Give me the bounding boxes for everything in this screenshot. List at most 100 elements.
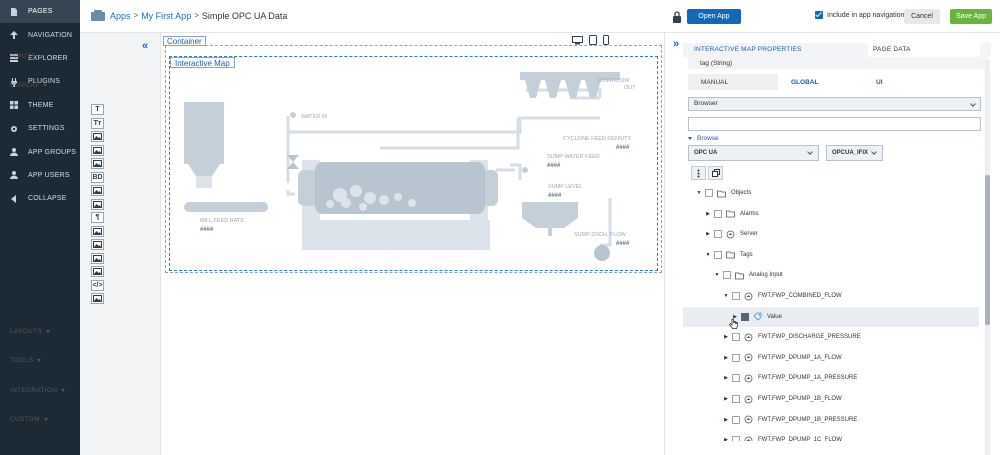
nav-item-app-groups[interactable]: APP GROUPS (0, 140, 80, 163)
tab-ui[interactable]: UI (863, 74, 923, 90)
tree-node[interactable]: ▶ FWT.FWP_DPUMP_1B_FLOW (683, 389, 979, 409)
palette-section-layouts[interactable]: LAYOUTS (10, 328, 50, 335)
tree-node-checkbox[interactable] (714, 209, 722, 218)
palette-section-custom[interactable]: CUSTOM (10, 416, 48, 423)
tree-node-label: Analog Input (749, 272, 783, 279)
map-tool-icon[interactable] (91, 185, 104, 196)
caret-down-icon[interactable]: ▼ (696, 190, 702, 196)
caret-down-icon[interactable]: ▼ (714, 272, 720, 278)
chart-tool-icon[interactable] (91, 144, 104, 156)
tree-node[interactable]: ▼ Objects (683, 183, 979, 203)
paragraph-tool-icon[interactable]: ¶ (91, 212, 104, 223)
process-diagram[interactable]: MILL FEED RATE #### WATER IN OVERFLOW OU… (170, 70, 657, 268)
tag-path-input[interactable] (688, 117, 981, 131)
tab-interactive-map-properties[interactable]: INTERACTIVE MAP PROPERTIES (694, 46, 802, 53)
open-app-button[interactable]: Open App (687, 9, 741, 24)
nav-item-navigation[interactable]: NAVIGATION (0, 23, 80, 46)
code-tool-icon[interactable]: </> (91, 279, 104, 291)
browse-section-toggle[interactable]: Browse (688, 135, 719, 142)
list-tool-icon[interactable] (91, 239, 104, 250)
table-tool-icon[interactable] (91, 225, 104, 237)
sump-dsch-flow-label: SUMP DSCH. FLOW (574, 232, 627, 238)
tree-node-label: FWT.FWP_DPUMP_1B_PRESSURE (758, 416, 858, 423)
tag-type-label: tag (String) (700, 59, 733, 67)
nav-item-label: APP USERS (28, 171, 70, 179)
bar-chart-tool-icon[interactable] (91, 158, 104, 169)
tree-node[interactable]: ▶ FWT.FWP_DPUMP_1B_PRESSURE (683, 410, 979, 430)
source-select[interactable]: OPC UA (688, 145, 819, 161)
tree-node[interactable]: ▶ Alarms (683, 204, 979, 224)
palette-section-tools[interactable]: TOOLS (10, 357, 42, 364)
kpi-tool-icon[interactable]: BD (91, 171, 104, 183)
tab-manual[interactable]: MANUAL (688, 74, 778, 90)
tree-node[interactable]: ▼ Tags (683, 245, 979, 265)
caret-right-icon[interactable]: ▶ (723, 334, 729, 340)
user-icon (9, 170, 19, 180)
heading-tool-icon[interactable]: Tт (91, 117, 104, 129)
cancel-button[interactable]: Cancel (904, 9, 940, 24)
tree-node-checkbox[interactable] (732, 415, 740, 424)
palette-section-display[interactable]: DISPLAY (10, 82, 48, 89)
breadcrumb-app[interactable]: My First App (141, 11, 191, 21)
tag-row[interactable]: tag (String) (688, 57, 988, 69)
breadcrumb-apps[interactable]: Apps (110, 11, 131, 21)
tab-global[interactable]: GLOBAL (778, 74, 863, 90)
caret-right-icon[interactable]: ▶ (723, 396, 729, 402)
nav-item-settings[interactable]: SETTINGS (0, 117, 80, 140)
more-options-button[interactable] (691, 166, 706, 180)
nav-item-app-users[interactable]: APP USERS (0, 164, 80, 187)
tree-node-checkbox[interactable] (732, 374, 740, 383)
caret-right-icon[interactable]: ▶ (705, 231, 711, 237)
copy-button[interactable] (708, 166, 723, 180)
checkbox-checked-icon[interactable] (815, 11, 823, 19)
tree-node-checkbox[interactable] (714, 250, 722, 259)
caret-right-icon[interactable]: ▶ (723, 355, 729, 361)
tree-node[interactable]: ▶ FWT.FWP_DPUMP_1A_PRESSURE (683, 368, 979, 388)
toggle-tool-icon[interactable] (91, 252, 104, 264)
caret-right-icon[interactable]: ▶ (723, 437, 729, 441)
media-tool-icon[interactable] (91, 266, 104, 277)
tab-page-data[interactable]: PAGE DATA (868, 43, 980, 57)
tree-node-checkbox[interactable] (705, 189, 713, 197)
location-tool-icon[interactable] (91, 198, 104, 210)
interactive-map-tool-icon[interactable] (91, 293, 104, 304)
palette-section-inputs[interactable]: INPUTS (10, 53, 44, 60)
caret-down-icon[interactable]: ▼ (723, 293, 729, 299)
tree-node-checkbox[interactable] (732, 353, 740, 362)
tree-node[interactable]: ▶ FWT.FWP_DISCHARGE_PRESSURE (683, 327, 979, 347)
tree-node[interactable]: ▼ Analog Input (683, 265, 979, 285)
caret-right-icon[interactable]: ▶ (723, 417, 729, 423)
server-select[interactable]: OPCUA_IFIX (826, 145, 883, 161)
tree-node[interactable]: ▼ FWT.FWP_COMBINED_FLOW (683, 286, 979, 306)
nav-item-theme[interactable]: THEME (0, 94, 80, 117)
tree-node[interactable]: ▶ Server (683, 224, 979, 244)
caret-right-icon[interactable]: ▶ (723, 375, 729, 381)
palette-section-integration[interactable]: INTEGRATION (10, 387, 66, 394)
opc-tree: ▼ Objects ▶ Alarms ▶ Server ▼ Tags ▼ Analog Input… (683, 183, 979, 441)
text-tool-icon[interactable]: T (91, 104, 104, 115)
tree-node-checkbox[interactable] (741, 312, 749, 321)
save-app-button[interactable]: Save App (950, 9, 992, 24)
nav-item-pages[interactable]: PAGES (0, 0, 80, 24)
caret-right-icon[interactable]: ▶ (705, 211, 711, 217)
image-tool-icon[interactable] (91, 131, 104, 142)
lock-icon[interactable] (672, 10, 682, 23)
apps-logo-icon (91, 10, 105, 21)
tree-node-checkbox[interactable] (732, 395, 740, 403)
collapse-palette-button[interactable]: « (142, 40, 148, 52)
folder-icon (726, 209, 735, 218)
tree-node[interactable]: ▶ FWT.FWP_DPUMP_1C_FLOW (683, 430, 979, 441)
browser-select[interactable]: Browser (688, 97, 981, 111)
tree-node-checkbox[interactable] (723, 271, 731, 280)
tree-node-checkbox[interactable] (714, 230, 722, 239)
tree-node[interactable]: ▶ Value (683, 306, 979, 327)
panel-scrollbar-thumb[interactable] (985, 175, 990, 325)
tree-node-checkbox[interactable] (732, 333, 740, 342)
tree-node[interactable]: ▶ FWT.FWP_DPUMP_1A_FLOW (683, 348, 979, 368)
expand-panel-button[interactable]: » (673, 38, 679, 50)
include-nav-checkbox[interactable]: Include in app navigation (815, 11, 904, 19)
caret-down-icon[interactable]: ▼ (705, 252, 711, 258)
nav-item-collapse[interactable]: COLLAPSE (0, 187, 80, 210)
tree-node-checkbox[interactable] (732, 292, 740, 300)
tree-node-checkbox[interactable] (732, 436, 740, 441)
